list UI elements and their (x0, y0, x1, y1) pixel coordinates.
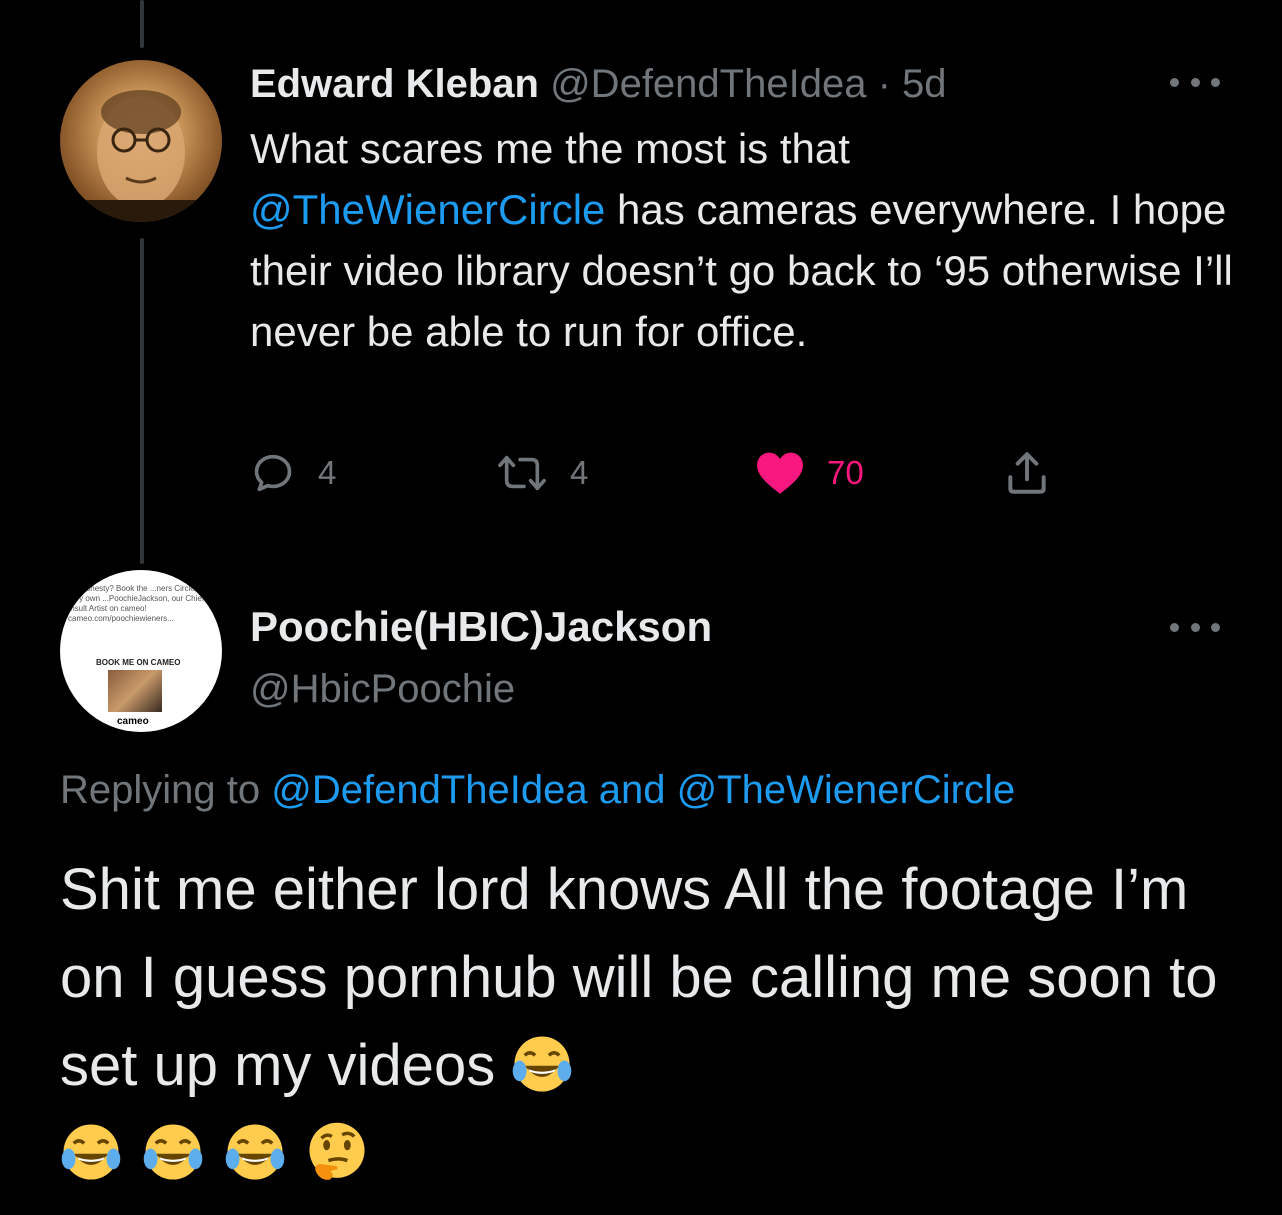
avatar-photo (108, 670, 162, 712)
tweet-text: What scares me the most is that @TheWien… (250, 118, 1250, 362)
tweet-age[interactable]: 5d (902, 62, 947, 106)
share-button[interactable] (1002, 445, 1052, 501)
tweet-text-content: Shit me either lord knows All the footag… (60, 857, 1218, 1098)
mention-link[interactable]: @TheWienerCircle (677, 768, 1015, 812)
avatar[interactable]: ...d honesty? Book the ...ners Circles v… (60, 570, 222, 732)
face-with-tears-of-joy-icon (61, 1124, 121, 1180)
retweet-icon (498, 455, 546, 491)
mention-link[interactable]: @TheWienerCircle (250, 186, 605, 233)
replying-prefix: Replying to (60, 768, 261, 812)
tweet-header: Edward Kleban @DefendTheIdea · 5d (250, 58, 947, 110)
thread-connector-line (140, 0, 144, 48)
tweet-text-line: What scares me the most is that (250, 125, 850, 172)
heart-icon (757, 452, 803, 494)
reply-count: 4 (318, 454, 337, 491)
author-name[interactable]: Edward Kleban (250, 62, 539, 106)
retweet-count: 4 (570, 454, 589, 491)
face-with-tears-of-joy-icon (513, 1036, 572, 1092)
like-count: 70 (827, 454, 864, 491)
reply-button[interactable]: 4 (250, 445, 336, 501)
more-options-icon[interactable] (1170, 72, 1220, 92)
share-icon (1008, 452, 1046, 494)
thinking-face-icon (309, 1122, 365, 1180)
avatar[interactable] (60, 60, 222, 222)
face-with-tears-of-joy-icon (225, 1124, 285, 1180)
emoji-row (60, 1121, 372, 1186)
retweet-button[interactable]: 4 (496, 445, 588, 501)
cameo-logo: cameo (117, 716, 149, 727)
reply-icon (254, 454, 292, 492)
author-handle[interactable]: @HbicPoochie (250, 662, 515, 716)
more-options-icon[interactable] (1170, 617, 1220, 637)
thread-connector-line (140, 238, 144, 564)
profile-photo-icon (80, 90, 202, 222)
author-handle[interactable]: @DefendTheIdea (550, 62, 866, 106)
replying-and: and (598, 768, 666, 812)
replying-to: Replying to @DefendTheIdea and @TheWiene… (60, 762, 1015, 818)
like-button[interactable]: 70 (755, 445, 864, 501)
avatar-banner-text: BOOK ME ON CAMEO (96, 658, 181, 667)
face-with-tears-of-joy-icon (143, 1124, 203, 1180)
tweet-text: Shit me either lord knows All the footag… (60, 846, 1240, 1198)
header-separator: · (877, 62, 891, 106)
author-name[interactable]: Poochie(HBIC)Jackson (250, 600, 712, 654)
mention-link[interactable]: @DefendTheIdea (271, 768, 587, 812)
tweet-actions: 4 4 70 (250, 445, 1070, 501)
